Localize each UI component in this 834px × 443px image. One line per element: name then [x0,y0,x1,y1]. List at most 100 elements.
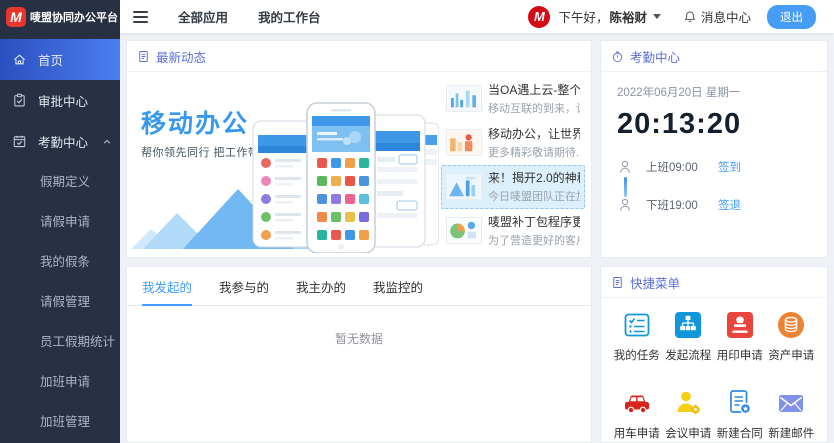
logout-button[interactable]: 退出 [767,5,816,29]
quick-menu-title: 快捷菜单 [630,273,680,292]
news-item-desc: 今日唛盟团队正在加班加点， [488,188,580,204]
tab-monitored-by-me[interactable]: 我监控的 [373,267,423,305]
document-icon [611,276,624,289]
news-thumbnail [446,217,482,244]
chevron-up-icon [102,137,112,147]
attendance-header: 考勤中心 [601,41,827,72]
quick-menu-card: 快捷菜单 [600,266,828,443]
brand-logo: M [6,7,26,27]
clipboard-icon [12,93,27,108]
sidebar-item-label: 首页 [38,50,63,69]
home-icon [12,52,27,67]
latest-news-card: 最新动态 移动办公 帮你领先同行 把工作带出办公室 [126,40,592,258]
news-item-highlighted[interactable]: 来！揭开2.0的神秘面纱- 今日唛盟团队正在加班加点， [441,165,585,209]
attendance-row-morning: 上班09:00 签到 [617,155,811,179]
check-out-link[interactable]: 签退 [718,197,741,213]
mail-icon [776,388,806,418]
quick-item-label: 我的任务 [614,347,660,363]
quick-menu-header: 快捷菜单 [601,267,827,298]
bell-icon [683,10,697,24]
quick-item-label: 会议申请 [665,425,711,441]
top-nav: 全部应用 我的工作台 [178,7,321,26]
shift-start-label: 上班09:00 [646,159,708,175]
news-item-title: 移动办公，让世界触手可 [488,125,580,142]
sidebar-subitem-leave-apply[interactable]: 请假申请 [0,202,120,242]
sidebar-subitem-staff-holiday-stats[interactable]: 员工假期统计 [0,322,120,362]
sidebar-subitem-overtime-manage[interactable]: 加班管理 [0,402,120,442]
nav-my-workbench[interactable]: 我的工作台 [258,7,321,26]
tab-initiated-by-me[interactable]: 我发起的 [142,267,192,305]
sidebar-item-approval-center[interactable]: 审批中心 [0,80,120,121]
quick-item-seal-apply[interactable]: 用印申请 [714,310,766,363]
quick-item-label: 资产申请 [768,347,814,363]
my-tasks-card: 我发起的 我参与的 我主办的 我监控的 暂无数据 [126,266,592,443]
news-item-desc: 为了营造更好的客户体验，唛 [488,232,580,248]
sidebar-subitem-overtime-apply[interactable]: 加班申请 [0,362,120,402]
user-avatar: M [528,6,550,28]
sidebar: 首页 审批中心 考勤中心 [0,33,120,443]
news-item-title: 唛盟补丁包程序更新 [488,213,580,230]
quick-item-new-contract[interactable]: 新建合同 [714,388,766,441]
news-item-title: 来！揭开2.0的神秘面纱- [488,169,580,186]
quick-item-my-tasks[interactable]: 我的任务 [611,310,663,363]
user-menu[interactable]: 下午好，陈裕财 [558,7,661,26]
news-item[interactable]: 移动办公，让世界触手可 更多精彩敬请期待....... [441,120,585,164]
nav-all-apps[interactable]: 全部应用 [178,7,228,26]
sidebar-item-label: 审批中心 [38,91,88,110]
flow-icon [673,310,703,340]
quick-item-new-mail[interactable]: 新建邮件 [766,388,818,441]
person-icon [617,197,633,213]
news-item-desc: 更多精彩敬请期待....... [488,144,580,160]
quick-menu-grid: 我的任务 发起流程 [601,298,827,441]
person-icon [617,159,633,175]
task-tabs: 我发起的 我参与的 我主办的 我监控的 [127,267,591,306]
app-title: 唛盟协同办公平台 [30,9,118,25]
hamburger-menu-icon[interactable] [129,7,152,27]
sidebar-item-attendance-center[interactable]: 考勤中心 [0,121,120,162]
quick-item-asset-apply[interactable]: 资产申请 [766,310,818,363]
quick-item-label: 新建邮件 [768,425,814,441]
app-root: M 唛盟协同办公平台 全部应用 我的工作台 M 下午好，陈裕财 消息中心 退出 [0,0,834,443]
timeline-connector [624,177,627,197]
quick-item-start-flow[interactable]: 发起流程 [663,310,715,363]
top-right: M 下午好，陈裕财 消息中心 退出 [528,5,834,29]
news-item-desc: 移动互联的到来，让OA与云 [488,100,580,116]
message-center[interactable]: 消息中心 [683,7,751,26]
empty-state-text: 暂无数据 [127,306,591,347]
tab-participated-by-me[interactable]: 我参与的 [219,267,269,305]
news-thumbnail [446,173,482,200]
news-thumbnail [446,85,482,112]
banner-headline: 移动办公 [141,104,249,140]
check-in-link[interactable]: 签到 [718,159,741,175]
news-item[interactable]: 唛盟补丁包程序更新 为了营造更好的客户体验，唛 [441,209,585,253]
latest-news-title: 最新动态 [156,47,206,66]
quick-item-car-apply[interactable]: 用车申请 [611,388,663,441]
contract-icon [725,388,755,418]
brand: M 唛盟协同办公平台 [0,0,120,33]
phones-graphic [251,101,439,253]
attendance-clock: 20:13:20 [617,108,811,141]
username: 陈裕财 [609,7,647,26]
document-icon [137,50,150,63]
top-bar: M 唛盟协同办公平台 全部应用 我的工作台 M 下午好，陈裕财 消息中心 退出 [0,0,834,33]
stamp-icon [725,310,755,340]
sidebar-subitem-my-leave[interactable]: 我的假条 [0,242,120,282]
sidebar-item-home[interactable]: 首页 [0,39,120,80]
quick-item-label: 新建合同 [717,425,763,441]
news-item[interactable]: 当OA遇上云-整个协同OA 移动互联的到来，让OA与云 [441,76,585,120]
news-thumbnail [446,129,482,156]
message-center-label: 消息中心 [701,7,751,26]
attendance-date: 2022年06月20日 星期一 [617,84,811,100]
sidebar-subitem-holiday-define[interactable]: 假期定义 [0,162,120,202]
asset-db-icon [776,310,806,340]
tab-hosted-by-me[interactable]: 我主办的 [296,267,346,305]
shift-end-label: 下班19:00 [646,197,708,213]
chevron-down-icon [653,14,661,19]
meeting-person-icon [673,388,703,418]
car-icon [622,388,652,418]
task-list-icon [622,310,652,340]
sidebar-subitem-leave-manage[interactable]: 请假管理 [0,282,120,322]
mobile-office-banner: 移动办公 帮你领先同行 把工作带出办公室 [127,72,439,257]
sidebar-submenu: 假期定义 请假申请 我的假条 请假管理 员工假期统计 加班申请 加班管理 [0,162,120,442]
quick-item-meeting-apply[interactable]: 会议申请 [663,388,715,441]
